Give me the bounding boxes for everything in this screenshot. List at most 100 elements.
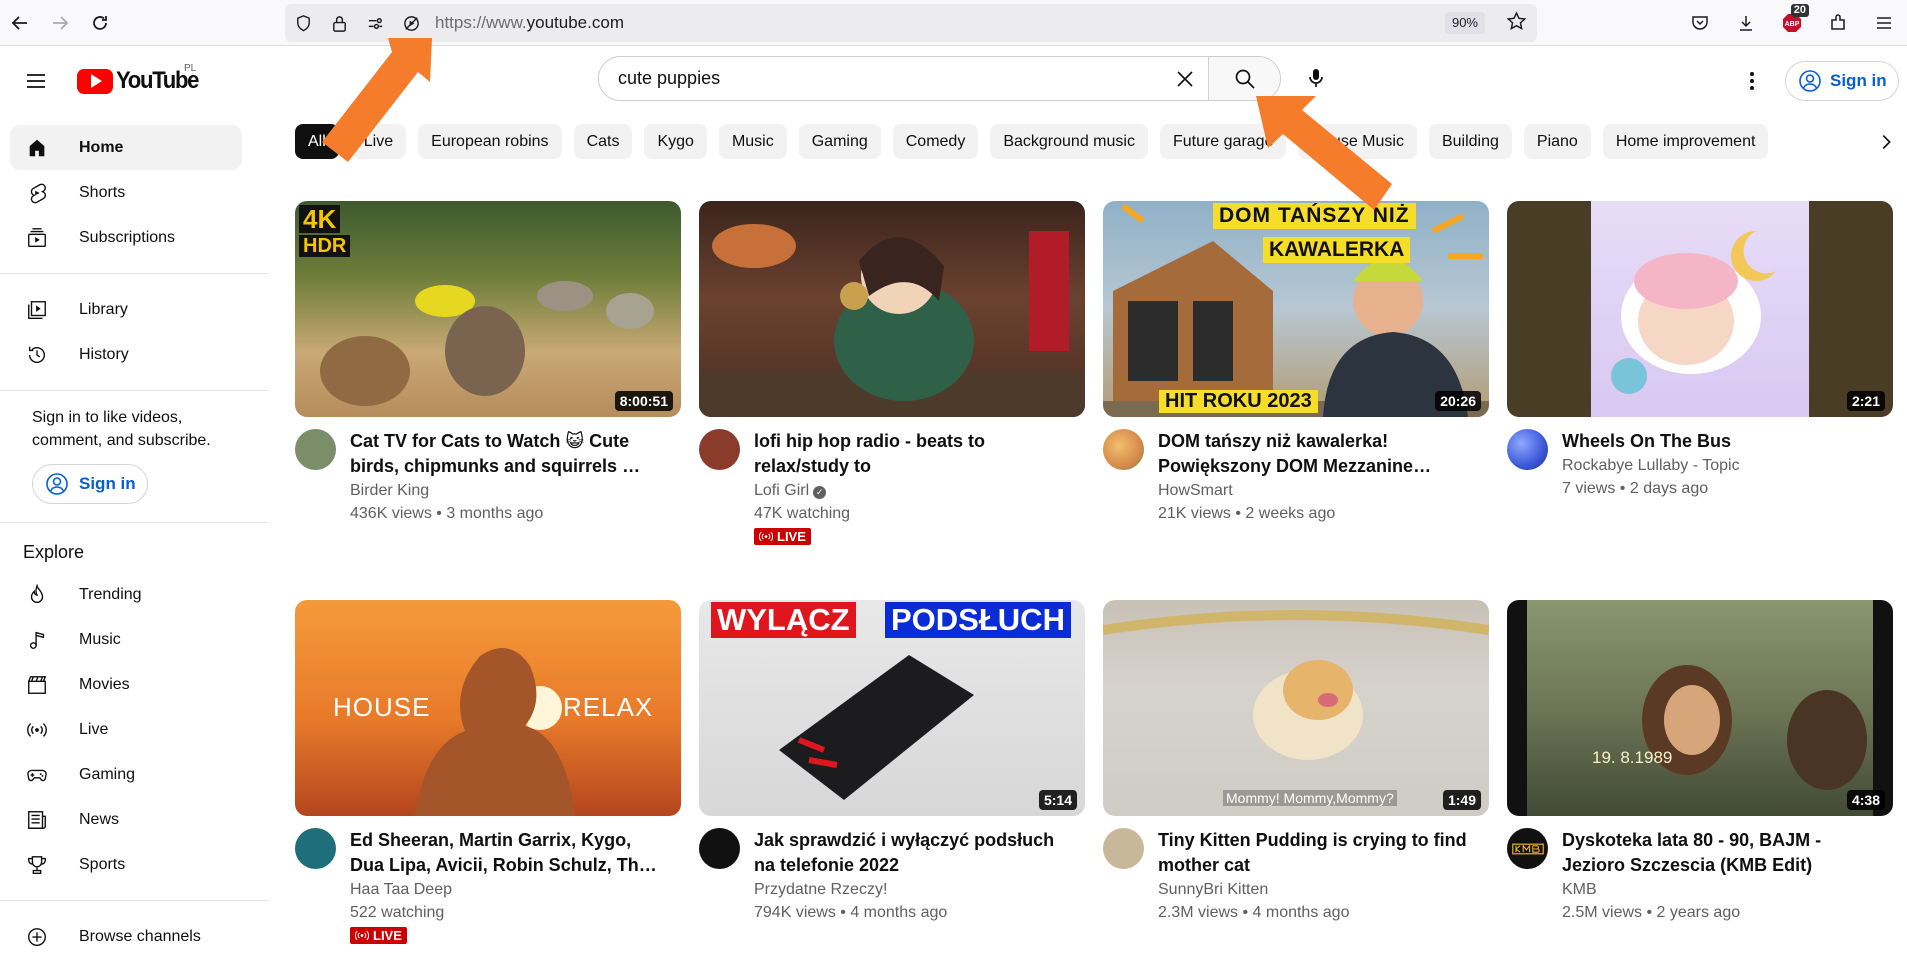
video-card[interactable]: WYLĄCZ PODSŁUCH 5:14 Jak sprawdzić i wył… (699, 600, 1085, 924)
channel-avatar[interactable] (1507, 429, 1548, 470)
sidebar-item-movies[interactable]: Movies (10, 662, 242, 707)
channel-name[interactable]: Rockabye Lullaby - Topic (1562, 454, 1873, 477)
chip-piano[interactable]: Piano (1523, 124, 1591, 159)
chip-cats[interactable]: Cats (573, 124, 633, 159)
channel-name[interactable]: SunnyBri Kitten (1158, 878, 1469, 901)
adblock-icon[interactable]: ABP 20 (1769, 4, 1815, 42)
live-badge: LIVE (754, 528, 811, 545)
video-thumbnail[interactable]: 4K HDR 8:00:51 (295, 201, 681, 417)
channel-name[interactable]: Haa Taa Deep (350, 878, 661, 901)
guide-menu-button[interactable] (16, 61, 56, 101)
permissions-icon[interactable] (357, 5, 393, 41)
extensions-icon[interactable] (1815, 4, 1861, 42)
channel-avatar[interactable] (1103, 828, 1144, 869)
sidebar-item-sports[interactable]: Sports (10, 842, 242, 887)
url-bar[interactable]: https://www.youtube.com 90% (285, 4, 1537, 42)
video-thumbnail[interactable]: Mommy! Mommy,Mommy? 1:49 (1103, 600, 1489, 816)
thumbnail-word-house: HOUSE (333, 692, 431, 722)
sign-in-button[interactable]: Sign in (1785, 61, 1899, 101)
chips-next-button[interactable] (1868, 124, 1903, 159)
video-title[interactable]: Tiny Kitten Pudding is crying to find mo… (1158, 828, 1469, 878)
channel-avatar[interactable] (295, 828, 336, 869)
chip-music[interactable]: Music (718, 124, 787, 159)
forward-button[interactable] (40, 3, 80, 43)
video-card[interactable]: lofi hip hop radio - beats to relax/stud… (699, 201, 1085, 547)
url-text[interactable]: https://www.youtube.com (435, 13, 624, 33)
channel-name[interactable]: Birder King (350, 479, 661, 502)
chip-house-music[interactable]: House Music (1298, 124, 1417, 159)
video-title[interactable]: Jak sprawdzić i wyłączyć podsłuch na tel… (754, 828, 1065, 878)
chip-background-music[interactable]: Background music (990, 124, 1148, 159)
video-card[interactable]: DOM TAŃSZY NIŻ KAWALERKA HIT ROKU 2023 2… (1103, 201, 1489, 525)
video-title[interactable]: Cat TV for Cats to Watch 😺 Cute birds, c… (350, 429, 661, 479)
lock-icon[interactable] (321, 5, 357, 41)
sidebar-item-label: Trending (79, 585, 142, 603)
channel-avatar[interactable] (699, 429, 740, 470)
voice-search-button[interactable] (1294, 56, 1338, 100)
chip-all[interactable]: All (295, 124, 339, 159)
news-icon (25, 808, 49, 832)
video-card[interactable]: 2:21 Wheels On The Bus Rockabye Lullaby … (1507, 201, 1893, 500)
bookmark-star-icon[interactable] (1506, 11, 1527, 37)
sidebar-item-trending[interactable]: Trending (10, 572, 242, 617)
channel-avatar[interactable] (295, 429, 336, 470)
video-title[interactable]: Dyskoteka lata 80 - 90, BAJM - Jezioro S… (1562, 828, 1873, 878)
video-thumbnail[interactable]: 19. 8.1989 4:38 (1507, 600, 1893, 816)
video-card[interactable]: HOUSE RELAX Ed Sheeran, Martin Garrix, K… (295, 600, 681, 946)
downloads-icon[interactable] (1723, 4, 1769, 42)
chip-gaming[interactable]: Gaming (798, 124, 881, 159)
video-stats: 7 views • 2 days ago (1562, 480, 1709, 497)
video-card[interactable]: 4K HDR 8:00:51 Cat TV for Cats to Watch … (295, 201, 681, 525)
search-box (598, 56, 1281, 101)
video-card[interactable]: 19. 8.1989 4:38 Dyskoteka lata 80 - 90, … (1507, 600, 1893, 924)
search-input[interactable] (599, 57, 1162, 100)
sidebar-item-library[interactable]: Library (10, 287, 242, 332)
search-button[interactable] (1208, 57, 1280, 100)
video-thumbnail[interactable]: WYLĄCZ PODSŁUCH 5:14 (699, 600, 1085, 816)
video-thumbnail[interactable] (699, 201, 1085, 417)
channel-avatar[interactable] (1103, 429, 1144, 470)
clear-search-button[interactable] (1162, 57, 1208, 100)
video-thumbnail[interactable]: DOM TAŃSZY NIŻ KAWALERKA HIT ROKU 2023 2… (1103, 201, 1489, 417)
video-card[interactable]: Mommy! Mommy,Mommy? 1:49 Tiny Kitten Pud… (1103, 600, 1489, 924)
settings-menu-button[interactable] (1732, 61, 1772, 101)
sidebar-sign-in-button[interactable]: Sign in (32, 464, 148, 504)
chip-building[interactable]: Building (1428, 124, 1512, 159)
channel-name[interactable]: KMB (1562, 878, 1873, 901)
video-title[interactable]: Wheels On The Bus (1562, 429, 1873, 454)
chip-kygo[interactable]: Kygo (644, 124, 707, 159)
video-stats: 47K watching (754, 505, 851, 522)
shield-icon[interactable] (285, 5, 321, 41)
sidebar-item-gaming[interactable]: Gaming (10, 752, 242, 797)
sidebar-item-live[interactable]: Live (10, 707, 242, 752)
zoom-level[interactable]: 90% (1444, 12, 1485, 34)
sidebar-item-music[interactable]: Music (10, 617, 242, 662)
channel-avatar[interactable] (1507, 828, 1548, 869)
video-title[interactable]: DOM tańszy niż kawalerka! Powiększony DO… (1158, 429, 1469, 479)
sidebar-item-shorts[interactable]: Shorts (10, 170, 242, 215)
video-thumbnail[interactable]: 2:21 (1507, 201, 1893, 417)
channel-avatar[interactable] (699, 828, 740, 869)
chip-future-garage[interactable]: Future garage (1159, 124, 1287, 159)
sidebar-item-news[interactable]: News (10, 797, 242, 842)
chip-comedy[interactable]: Comedy (892, 124, 979, 159)
live-broadcast-icon (759, 531, 773, 542)
channel-name-row[interactable]: Lofi Girl ✓ (754, 479, 1065, 502)
chip-live[interactable]: Live (350, 124, 407, 159)
chip-european-robins[interactable]: European robins (418, 124, 562, 159)
back-button[interactable] (0, 3, 40, 43)
sidebar-item-home[interactable]: Home (10, 125, 242, 170)
autoplay-blocked-icon[interactable] (393, 5, 429, 41)
sidebar-item-browse-channels[interactable]: Browse channels (10, 914, 242, 959)
video-thumbnail[interactable]: HOUSE RELAX (295, 600, 681, 816)
video-title[interactable]: Ed Sheeran, Martin Garrix, Kygo, Dua Lip… (350, 828, 661, 878)
sidebar-item-history[interactable]: History (10, 332, 242, 377)
channel-name[interactable]: Przydatne Rzeczy! (754, 878, 1065, 901)
menu-icon[interactable] (1861, 4, 1907, 42)
reload-button[interactable] (80, 3, 120, 43)
video-title[interactable]: lofi hip hop radio - beats to relax/stud… (754, 429, 1065, 479)
chip-home-improvement[interactable]: Home improvement (1602, 124, 1769, 159)
channel-name[interactable]: HowSmart (1158, 479, 1469, 502)
pocket-icon[interactable] (1677, 4, 1723, 42)
sidebar-item-subscriptions[interactable]: Subscriptions (10, 215, 242, 260)
